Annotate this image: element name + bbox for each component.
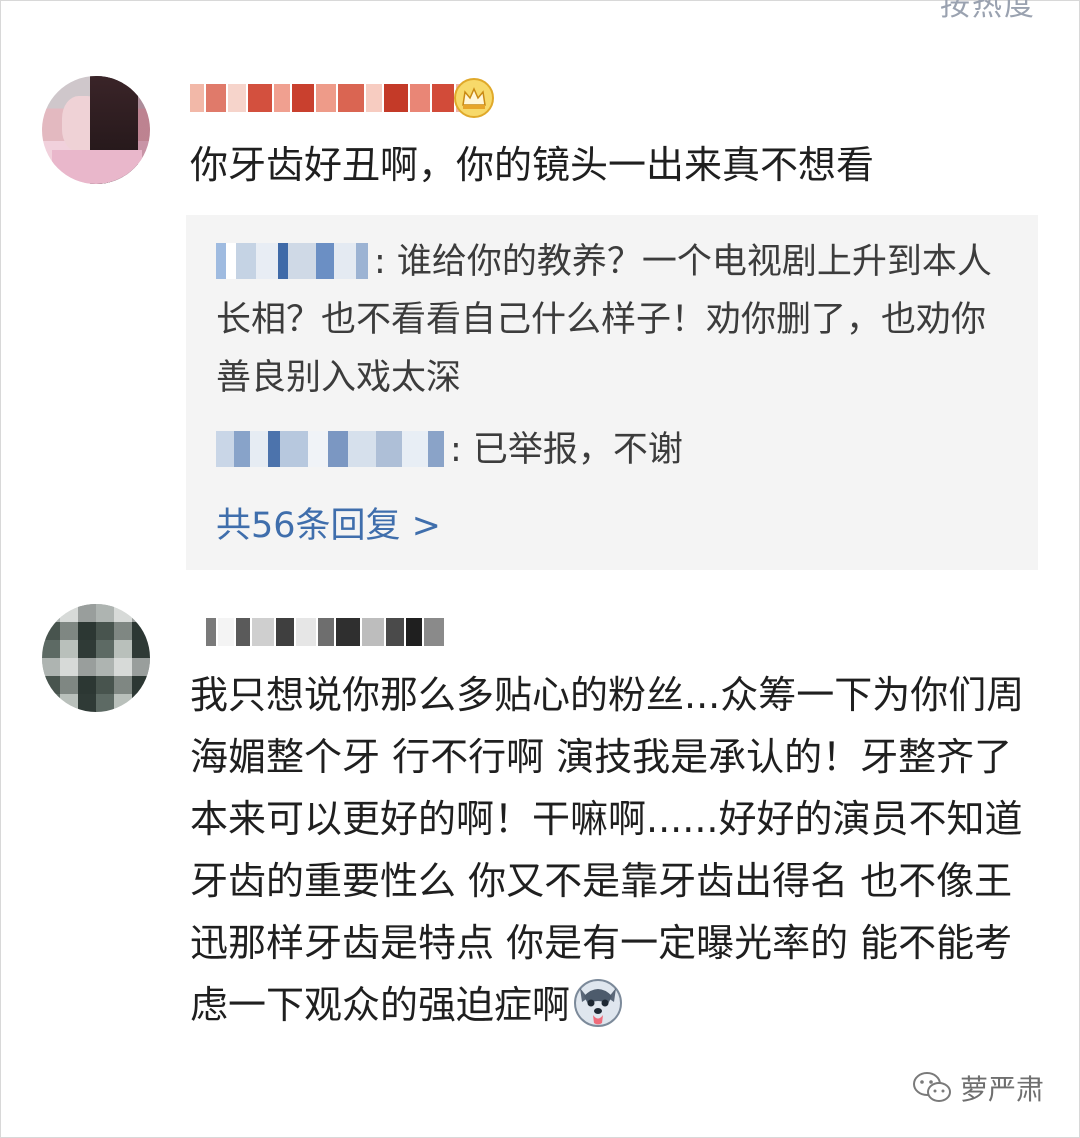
reply-username-blurred[interactable] xyxy=(216,431,444,467)
username-blurred[interactable] xyxy=(206,618,444,646)
avatar[interactable] xyxy=(42,76,150,184)
view-all-replies-link[interactable]: 共56条回复 > xyxy=(216,497,441,555)
reply-box[interactable]: : 谁给你的教养？一个电视剧上升到本人长相？也不看看自己什么样子！劝你删了，也劝… xyxy=(186,215,1038,570)
watermark-label: 萝严肃 xyxy=(959,1073,1044,1106)
reply-item[interactable]: : 谁给你的教养？一个电视剧上升到本人长相？也不看看自己什么样子！劝你删了，也劝… xyxy=(216,233,1016,407)
vip-crown-icon xyxy=(454,78,494,118)
watermark: 萝严肃 xyxy=(912,1068,1044,1108)
comment-text: 你牙齿好丑啊，你的镜头一出来真不想看 xyxy=(190,143,875,187)
wechat-icon xyxy=(912,1072,951,1102)
husky-dog-emoji-icon xyxy=(574,979,623,1027)
comment-body: 我只想说你那么多贴心的粉丝...众筹一下为你们周海媚整个牙 行不行啊 演技我是承… xyxy=(190,673,1025,1027)
comment-text: 我只想说你那么多贴心的粉丝...众筹一下为你们周海媚整个牙 行不行啊 演技我是承… xyxy=(190,664,1050,1036)
username-blurred[interactable] xyxy=(190,84,474,112)
avatar[interactable] xyxy=(42,604,150,712)
reply-text: : 已举报，不谢 xyxy=(450,430,683,470)
reply-item[interactable]: : 已举报，不谢 xyxy=(216,421,683,479)
sort-by-hot-label[interactable]: 按热度 xyxy=(940,0,1036,24)
reply-username-blurred[interactable] xyxy=(216,243,368,279)
